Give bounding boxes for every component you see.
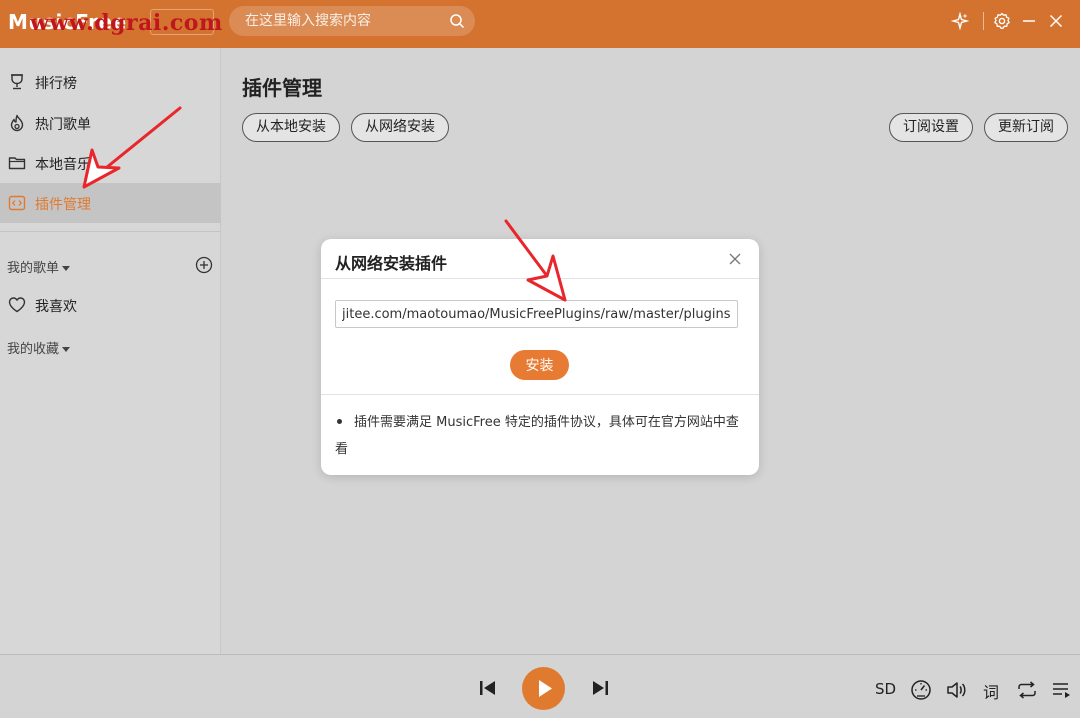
dialog-divider bbox=[321, 394, 759, 395]
install-network-button[interactable]: 从网络安装 bbox=[351, 113, 449, 142]
chevron-down-icon bbox=[62, 347, 71, 352]
quality-toggle[interactable]: SD bbox=[875, 680, 896, 698]
fire-icon bbox=[10, 114, 24, 132]
play-icon bbox=[539, 680, 552, 697]
player-bar: SD 词 bbox=[0, 654, 1080, 718]
sidebar-item-label: 排行榜 bbox=[35, 76, 77, 92]
close-icon[interactable] bbox=[1047, 12, 1065, 30]
bullet-icon bbox=[337, 419, 342, 424]
title-bar: MusicFree www.dgrai.com bbox=[0, 0, 1080, 48]
my-collections-label: 我的收藏 bbox=[7, 342, 60, 357]
page-title: 插件管理 bbox=[242, 76, 322, 100]
play-button[interactable] bbox=[522, 667, 565, 710]
next-track-icon[interactable] bbox=[589, 677, 611, 699]
my-playlists-label: 我的歌单 bbox=[7, 261, 60, 276]
sidebar-item-label: 插件管理 bbox=[35, 197, 91, 213]
plugin-protocol-note: 插件需要满足 MusicFree 特定的插件协议，具体可在官方网站中查看 bbox=[335, 409, 747, 463]
sidebar-divider bbox=[0, 231, 221, 232]
sidebar-item-local-music[interactable]: 本地音乐 bbox=[0, 143, 221, 183]
sidebar-item-rankings[interactable]: 排行榜 bbox=[0, 62, 221, 102]
subscribe-settings-button[interactable]: 订阅设置 bbox=[889, 113, 973, 142]
code-icon bbox=[8, 195, 26, 211]
playlist-icon[interactable] bbox=[1051, 679, 1073, 701]
dialog-title: 从网络安装插件 bbox=[335, 254, 448, 273]
sidebar-item-plugin-management[interactable]: 插件管理 bbox=[0, 183, 221, 223]
search-icon[interactable] bbox=[449, 13, 465, 29]
note-text: 插件需要满足 MusicFree 特定的插件协议，具体可在官方网站中查看 bbox=[335, 415, 739, 457]
dialog-divider bbox=[321, 278, 759, 279]
chevron-down-icon bbox=[62, 266, 71, 271]
close-icon[interactable] bbox=[727, 251, 743, 267]
sidebar-item-label: 热门歌单 bbox=[35, 117, 91, 133]
install-plugin-dialog: 从网络安装插件 安装 插件需要满足 MusicFree 特定的插件协议，具体可在… bbox=[321, 239, 759, 475]
gear-icon[interactable] bbox=[993, 12, 1011, 30]
add-playlist-icon[interactable] bbox=[195, 256, 213, 274]
titlebar-separator bbox=[983, 12, 984, 30]
my-collections-header[interactable]: 我的收藏 bbox=[7, 338, 71, 357]
search-input[interactable] bbox=[245, 6, 445, 36]
sidebar-item-label: 本地音乐 bbox=[35, 157, 91, 173]
trophy-icon bbox=[11, 74, 23, 90]
plugin-url-input[interactable] bbox=[335, 300, 738, 328]
install-button[interactable]: 安装 bbox=[510, 350, 569, 380]
folder-icon bbox=[8, 157, 26, 170]
minimize-icon[interactable] bbox=[1020, 12, 1038, 30]
sidebar-item-hot-playlists[interactable]: 热门歌单 bbox=[0, 103, 221, 143]
sidebar-item-favorites[interactable]: 我喜欢 bbox=[0, 285, 221, 325]
repeat-icon[interactable] bbox=[1016, 679, 1038, 701]
search-box[interactable] bbox=[229, 6, 475, 36]
heart-icon bbox=[8, 297, 26, 313]
my-playlists-header[interactable]: 我的歌单 bbox=[7, 257, 71, 276]
sparkle-icon[interactable] bbox=[951, 12, 969, 30]
volume-icon[interactable] bbox=[945, 679, 967, 701]
sidebar-item-label: 我喜欢 bbox=[35, 299, 77, 315]
update-subscription-button[interactable]: 更新订阅 bbox=[984, 113, 1068, 142]
watermark: www.dgrai.com bbox=[30, 10, 223, 36]
lyrics-toggle[interactable]: 词 bbox=[983, 679, 999, 703]
speed-gauge-icon[interactable] bbox=[910, 679, 932, 701]
install-local-button[interactable]: 从本地安装 bbox=[242, 113, 340, 142]
previous-track-icon[interactable] bbox=[477, 677, 499, 699]
sidebar: 排行榜 热门歌单 本地音乐 插件管理 我的歌单 我喜欢 我的收藏 bbox=[0, 48, 221, 654]
